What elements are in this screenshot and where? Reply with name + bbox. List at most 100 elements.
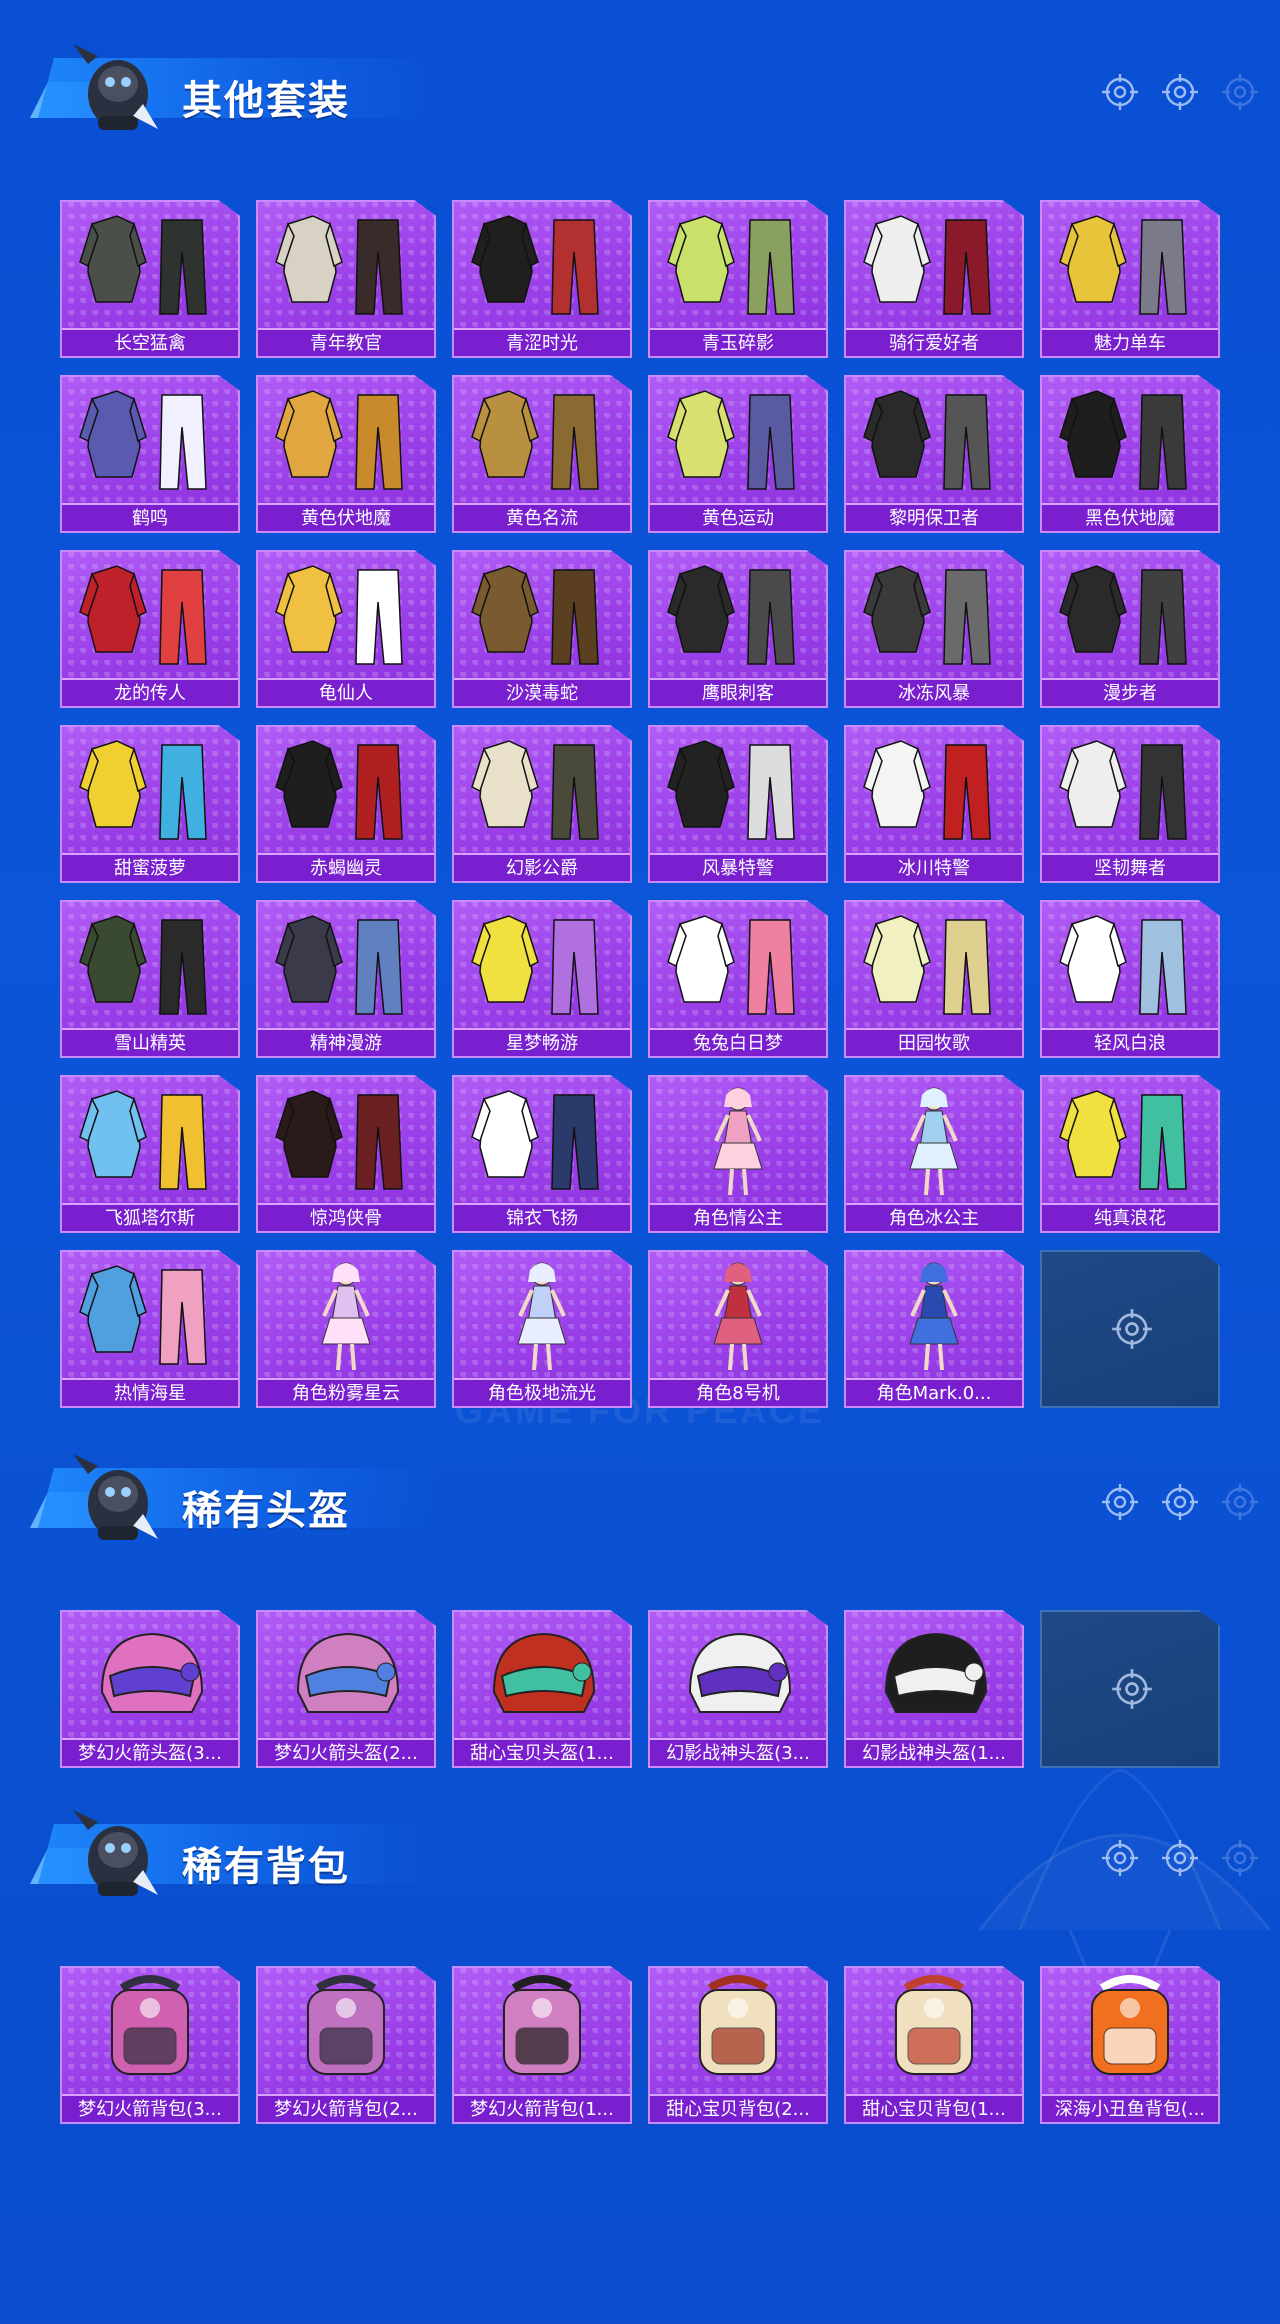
crosshair-icon bbox=[1110, 1307, 1154, 1351]
item-card[interactable]: 黎明保卫者 bbox=[844, 375, 1024, 533]
item-card[interactable]: 幻影战神头盔(1... bbox=[844, 1610, 1024, 1768]
outfit-thumbnail-icon bbox=[79, 215, 207, 315]
item-card[interactable]: 纯真浪花 bbox=[1040, 1075, 1220, 1233]
item-card[interactable]: 角色Mark.0... bbox=[844, 1250, 1024, 1408]
item-card[interactable]: 角色情公主 bbox=[648, 1075, 828, 1233]
item-card[interactable]: 骑行爱好者 bbox=[844, 200, 1024, 358]
item-card[interactable]: 长空猛禽 bbox=[60, 200, 240, 358]
item-card[interactable]: 黄色伏地魔 bbox=[256, 375, 436, 533]
helmet-thumbnail-icon bbox=[296, 1632, 400, 1713]
item-card[interactable]: 冰川特警 bbox=[844, 725, 1024, 883]
item-card[interactable]: 风暴特警 bbox=[648, 725, 828, 883]
backpack-thumbnail-icon bbox=[503, 1975, 581, 2075]
item-card[interactable]: 甜心宝贝头盔(1... bbox=[452, 1610, 632, 1768]
outfit-thumbnail-icon bbox=[275, 215, 403, 315]
outfit-thumbnail-icon bbox=[863, 215, 991, 315]
item-card[interactable]: 鹤鸣 bbox=[60, 375, 240, 533]
item-name: 沙漠毒蛇 bbox=[454, 678, 630, 706]
section-rare-helmets: 稀有头盔 梦幻火箭头盔(3... 梦幻火箭头盔(2... 甜心宝贝头盔(1...… bbox=[0, 1440, 1280, 1768]
character-thumbnail-icon bbox=[713, 1087, 763, 1196]
crosshair-icon bbox=[1220, 1838, 1260, 1878]
item-card[interactable]: 魅力单车 bbox=[1040, 200, 1220, 358]
item-name: 田园牧歌 bbox=[846, 1028, 1022, 1056]
item-name: 冰川特警 bbox=[846, 853, 1022, 881]
item-card[interactable]: 梦幻火箭背包(3... bbox=[60, 1966, 240, 2124]
helmet-thumbnail-icon bbox=[100, 1632, 204, 1713]
item-card[interactable]: 角色粉雾星云 bbox=[256, 1250, 436, 1408]
item-card[interactable]: 沙漠毒蛇 bbox=[452, 550, 632, 708]
item-card[interactable]: 甜蜜菠萝 bbox=[60, 725, 240, 883]
outfit-thumbnail-icon bbox=[275, 740, 403, 840]
item-card[interactable]: 鹰眼刺客 bbox=[648, 550, 828, 708]
section-rare-backpacks: 稀有背包 梦幻火箭背包(3... 梦幻火箭背包(2... 梦幻火箭背包(1... bbox=[0, 1796, 1280, 2124]
item-name: 漫步者 bbox=[1042, 678, 1218, 706]
item-card[interactable]: 黄色运动 bbox=[648, 375, 828, 533]
item-card[interactable]: 角色冰公主 bbox=[844, 1075, 1024, 1233]
item-card[interactable]: 幻影公爵 bbox=[452, 725, 632, 883]
item-card[interactable]: 幻影战神头盔(3... bbox=[648, 1610, 828, 1768]
item-card[interactable]: 青涩时光 bbox=[452, 200, 632, 358]
item-card[interactable]: 青玉碎影 bbox=[648, 200, 828, 358]
item-card[interactable]: 惊鸿侠骨 bbox=[256, 1075, 436, 1233]
outfit-thumbnail-icon bbox=[667, 215, 795, 315]
outfit-thumbnail-icon bbox=[471, 1090, 599, 1190]
item-card[interactable]: 梦幻火箭头盔(3... bbox=[60, 1610, 240, 1768]
item-card[interactable]: 坚韧舞者 bbox=[1040, 725, 1220, 883]
item-name: 角色情公主 bbox=[650, 1203, 826, 1231]
item-name: 甜心宝贝背包(2... bbox=[650, 2094, 826, 2122]
item-name: 冰冻风暴 bbox=[846, 678, 1022, 706]
mascot-icon bbox=[73, 44, 158, 130]
item-card[interactable]: 赤蝎幽灵 bbox=[256, 725, 436, 883]
item-card[interactable]: 甜心宝贝背包(1... bbox=[844, 1966, 1024, 2124]
item-card[interactable]: 梦幻火箭背包(2... bbox=[256, 1966, 436, 2124]
item-name: 雪山精英 bbox=[62, 1028, 238, 1056]
backpack-thumbnail-icon bbox=[111, 1975, 189, 2075]
item-card[interactable]: 田园牧歌 bbox=[844, 900, 1024, 1058]
item-name: 飞狐塔尔斯 bbox=[62, 1203, 238, 1231]
item-card[interactable]: 梦幻火箭背包(1... bbox=[452, 1966, 632, 2124]
item-card[interactable]: 星梦畅游 bbox=[452, 900, 632, 1058]
item-card[interactable]: 角色极地流光 bbox=[452, 1250, 632, 1408]
item-card[interactable]: 冰冻风暴 bbox=[844, 550, 1024, 708]
item-name: 青涩时光 bbox=[454, 328, 630, 356]
item-card[interactable]: 漫步者 bbox=[1040, 550, 1220, 708]
item-card[interactable]: 热情海星 bbox=[60, 1250, 240, 1408]
item-card[interactable]: 雪山精英 bbox=[60, 900, 240, 1058]
crosshair-decoration bbox=[1100, 72, 1260, 112]
crosshair-icon bbox=[1100, 1482, 1140, 1522]
outfit-thumbnail-icon bbox=[79, 915, 207, 1015]
crosshair-icon bbox=[1100, 1838, 1140, 1878]
item-card[interactable]: 轻风白浪 bbox=[1040, 900, 1220, 1058]
item-card[interactable]: 梦幻火箭头盔(2... bbox=[256, 1610, 436, 1768]
item-name: 梦幻火箭背包(3... bbox=[62, 2094, 238, 2122]
item-card[interactable]: 角色8号机 bbox=[648, 1250, 828, 1408]
item-card[interactable]: 飞狐塔尔斯 bbox=[60, 1075, 240, 1233]
outfit-thumbnail-icon bbox=[471, 390, 599, 490]
item-card[interactable]: 锦衣飞扬 bbox=[452, 1075, 632, 1233]
item-card[interactable]: 甜心宝贝背包(2... bbox=[648, 1966, 828, 2124]
item-name: 青玉碎影 bbox=[650, 328, 826, 356]
item-card[interactable]: 精神漫游 bbox=[256, 900, 436, 1058]
item-card[interactable]: 龟仙人 bbox=[256, 550, 436, 708]
item-name: 赤蝎幽灵 bbox=[258, 853, 434, 881]
item-name: 角色粉雾星云 bbox=[258, 1378, 434, 1406]
item-name: 黄色名流 bbox=[454, 503, 630, 531]
item-card[interactable]: 黑色伏地魔 bbox=[1040, 375, 1220, 533]
item-card[interactable]: 深海小丑鱼背包(... bbox=[1040, 1966, 1220, 2124]
character-thumbnail-icon bbox=[909, 1262, 959, 1371]
item-card[interactable]: 龙的传人 bbox=[60, 550, 240, 708]
outfit-thumbnail-icon bbox=[275, 565, 403, 665]
item-name: 黎明保卫者 bbox=[846, 503, 1022, 531]
item-card[interactable]: 黄色名流 bbox=[452, 375, 632, 533]
helmet-thumbnail-icon bbox=[492, 1632, 596, 1713]
helmet-thumbnail-icon bbox=[884, 1632, 988, 1713]
item-grid: 梦幻火箭头盔(3... 梦幻火箭头盔(2... 甜心宝贝头盔(1... 幻影战神… bbox=[60, 1610, 1220, 1768]
item-card[interactable]: 青年教官 bbox=[256, 200, 436, 358]
outfit-thumbnail-icon bbox=[1059, 565, 1187, 665]
item-name: 角色8号机 bbox=[650, 1378, 826, 1406]
item-card[interactable]: 兔兔白日梦 bbox=[648, 900, 828, 1058]
item-name: 黄色运动 bbox=[650, 503, 826, 531]
outfit-thumbnail-icon bbox=[79, 390, 207, 490]
outfit-thumbnail-icon bbox=[1059, 740, 1187, 840]
outfit-thumbnail-icon bbox=[79, 565, 207, 665]
